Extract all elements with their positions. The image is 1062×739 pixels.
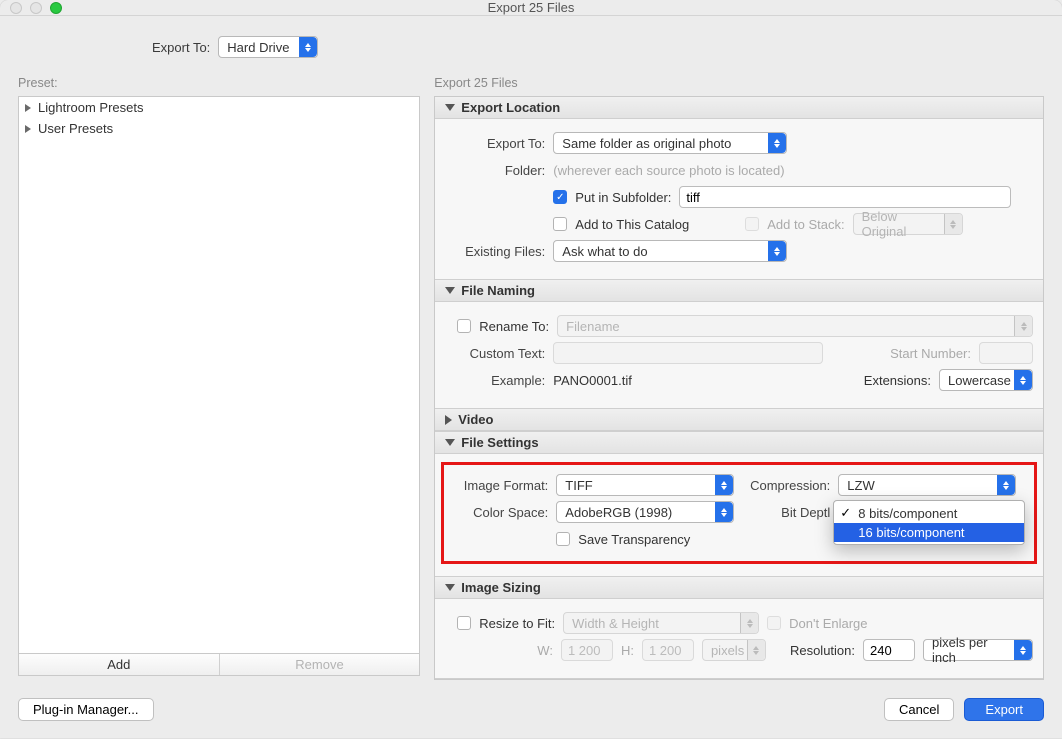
add-to-stack-label: Add to Stack: (767, 217, 844, 232)
panel-image-sizing-body: Resize to Fit: Width & Height Don't Enla… (435, 599, 1043, 678)
start-number-input (979, 342, 1033, 364)
size-units-select: pixels (702, 639, 766, 661)
export-button[interactable]: Export (964, 698, 1044, 721)
panel-file-settings-header[interactable]: File Settings (435, 431, 1043, 454)
remove-preset-button: Remove (220, 654, 420, 675)
color-space-label: Color Space: (448, 505, 548, 520)
highlight-box: Image Format: TIFF Compression: LZW Colo… (441, 462, 1037, 564)
rename-to-label: Rename To: (479, 319, 549, 334)
bit-depth-menu[interactable]: ✓8 bits/component 16 bits/component (833, 500, 1025, 545)
location-export-to-select[interactable]: Same folder as original photo (553, 132, 787, 154)
folder-value: (wherever each source photo is located) (553, 163, 784, 178)
bit-depth-option-8[interactable]: ✓8 bits/component (834, 503, 1024, 523)
panel-file-naming-body: Rename To: Filename Custom Text: Start N… (435, 302, 1043, 408)
chevron-down-icon (445, 584, 455, 591)
zoom-window-button[interactable] (50, 2, 62, 14)
export-to-label: Export To: (152, 40, 210, 55)
preset-list[interactable]: Lightroom Presets User Presets (18, 96, 420, 654)
resize-mode-select: Width & Height (563, 612, 759, 634)
rename-template-select: Filename (557, 315, 1033, 337)
panel-export-location-header[interactable]: Export Location (435, 97, 1043, 119)
chevron-right-icon (445, 415, 452, 425)
location-export-to-label: Export To: (445, 136, 545, 151)
compression-select[interactable]: LZW (838, 474, 1016, 496)
image-format-select[interactable]: TIFF (556, 474, 734, 496)
add-preset-button[interactable]: Add (19, 654, 220, 675)
window-title: Export 25 Files (488, 0, 575, 15)
export-dialog: Export 25 Files Export To: Hard Drive Pr… (0, 0, 1062, 738)
preset-heading: Preset: (18, 76, 420, 96)
put-in-subfolder-label: Put in Subfolder: (575, 190, 671, 205)
extensions-select[interactable]: Lowercase (939, 369, 1033, 391)
custom-text-input (553, 342, 823, 364)
panel-file-naming-header[interactable]: File Naming (435, 279, 1043, 302)
add-to-catalog-checkbox[interactable] (553, 217, 567, 231)
chevron-down-icon (445, 439, 455, 446)
rename-to-checkbox[interactable] (457, 319, 471, 333)
resize-to-fit-label: Resize to Fit: (479, 616, 555, 631)
resize-to-fit-checkbox[interactable] (457, 616, 471, 630)
chevron-down-icon (445, 287, 455, 294)
panel-video-header[interactable]: Video (435, 408, 1043, 431)
bit-depth-label: Bit Deptl (742, 505, 830, 520)
cancel-button[interactable]: Cancel (884, 698, 954, 721)
traffic-lights (10, 2, 62, 14)
dont-enlarge-label: Don't Enlarge (789, 616, 867, 631)
height-input (642, 639, 694, 661)
disclosure-icon (25, 125, 31, 133)
resolution-label: Resolution: (790, 643, 855, 658)
save-transparency-checkbox[interactable] (556, 532, 570, 546)
custom-text-label: Custom Text: (445, 346, 545, 361)
existing-files-label: Existing Files: (445, 244, 545, 259)
panel-image-sizing-header[interactable]: Image Sizing (435, 576, 1043, 599)
dont-enlarge-checkbox (767, 616, 781, 630)
settings-scroll: Export Location Export To: Same folder a… (434, 96, 1044, 680)
panel-export-location-body: Export To: Same folder as original photo… (435, 119, 1043, 279)
disclosure-icon (25, 104, 31, 112)
width-label: W: (537, 643, 553, 658)
preset-button-row: Add Remove (18, 654, 420, 676)
height-label: H: (621, 643, 634, 658)
top-export-row: Export To: Hard Drive (0, 16, 1062, 76)
add-to-stack-checkbox (745, 217, 759, 231)
bit-depth-select[interactable]: 8 bits/component ✓8 bits/component 16 bi… (838, 501, 1016, 523)
folder-label: Folder: (445, 163, 545, 178)
extensions-label: Extensions: (864, 373, 931, 388)
subfolder-input[interactable] (679, 186, 1011, 208)
width-input (561, 639, 613, 661)
existing-files-select[interactable]: Ask what to do (553, 240, 787, 262)
minimize-window-button[interactable] (30, 2, 42, 14)
image-format-label: Image Format: (448, 478, 548, 493)
close-window-button[interactable] (10, 2, 22, 14)
panel-file-settings-body: Image Format: TIFF Compression: LZW Colo… (435, 454, 1043, 576)
stack-position-select: Below Original (853, 213, 963, 235)
resolution-units-select[interactable]: pixels per inch (923, 639, 1033, 661)
example-value: PANO0001.tif (553, 373, 632, 388)
plugin-manager-button[interactable]: Plug-in Manager... (18, 698, 154, 721)
titlebar: Export 25 Files (0, 0, 1062, 16)
footer: Plug-in Manager... Cancel Export (0, 680, 1062, 739)
put-in-subfolder-checkbox[interactable]: ✓ (553, 190, 567, 204)
add-to-catalog-label: Add to This Catalog (575, 217, 689, 232)
bit-depth-option-16[interactable]: 16 bits/component (834, 523, 1024, 542)
compression-label: Compression: (742, 478, 830, 493)
preset-folder-user[interactable]: User Presets (19, 118, 419, 139)
start-number-label: Start Number: (890, 346, 971, 361)
chevron-down-icon (445, 104, 455, 111)
preset-folder-lightroom[interactable]: Lightroom Presets (19, 97, 419, 118)
example-label: Example: (445, 373, 545, 388)
color-space-select[interactable]: AdobeRGB (1998) (556, 501, 734, 523)
resolution-input[interactable] (863, 639, 915, 661)
export-to-value: Hard Drive (227, 40, 289, 55)
save-transparency-label: Save Transparency (578, 532, 690, 547)
export-to-select[interactable]: Hard Drive (218, 36, 318, 58)
right-heading: Export 25 Files (434, 76, 1044, 96)
